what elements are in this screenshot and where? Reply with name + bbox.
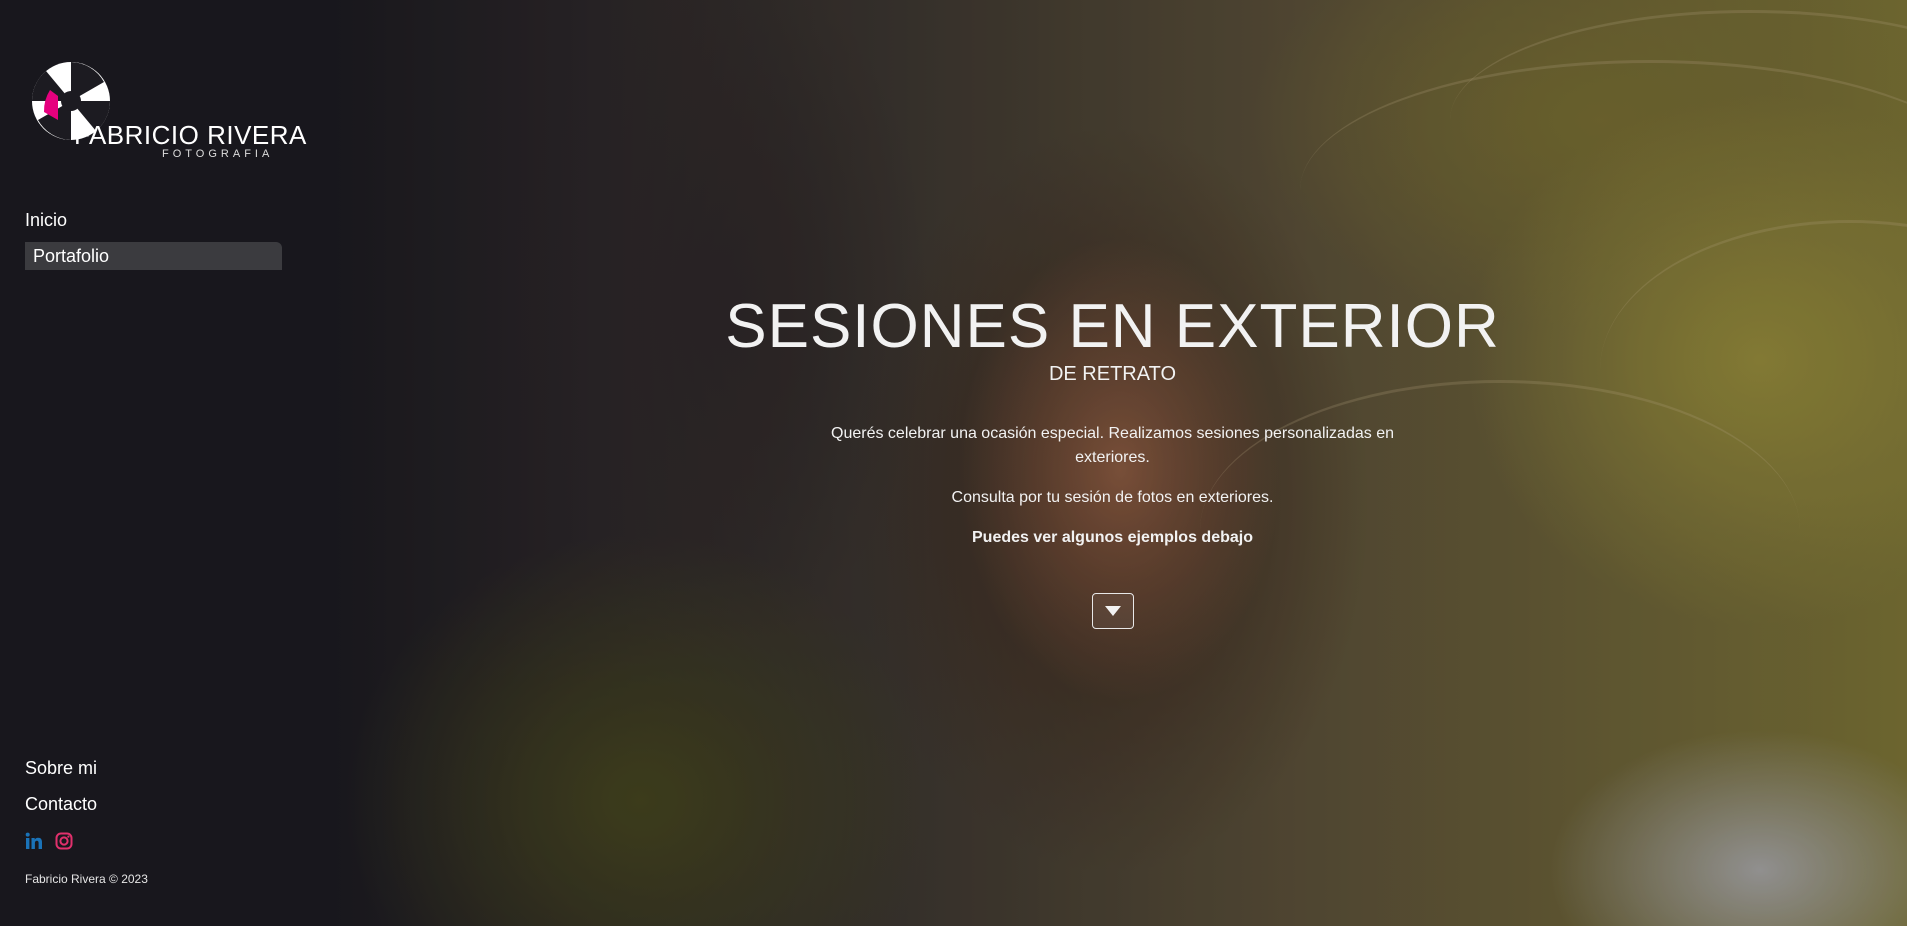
sidebar: FABRICIO RIVERA FOTOGRAFIA Inicio Portaf…	[0, 0, 306, 926]
chevron-down-icon	[1105, 606, 1121, 616]
page-title: SESIONES EN EXTERIOR	[725, 292, 1500, 361]
instagram-icon[interactable]	[55, 832, 73, 850]
hero-paragraph-consult: Consulta por tu sesión de fotos en exter…	[951, 489, 1274, 506]
hero-paragraph-examples: Puedes ver algunos ejemplos debajo	[972, 529, 1253, 546]
brand-tagline: FOTOGRAFIA	[162, 148, 274, 160]
nav-item-sobre-mi[interactable]: Sobre mi	[25, 754, 97, 782]
brand-name: FABRICIO RIVERA	[74, 120, 307, 150]
scroll-down-button[interactable]	[1092, 593, 1134, 629]
brand-logo[interactable]: FABRICIO RIVERA FOTOGRAFIA	[30, 60, 306, 160]
page-subtitle: DE RETRATO	[1048, 363, 1177, 385]
social-links	[25, 832, 73, 850]
linkedin-icon[interactable]	[25, 832, 43, 850]
nav-item-inicio[interactable]: Inicio	[25, 206, 282, 234]
nav-item-portafolio[interactable]: Portafolio	[25, 242, 282, 270]
hero-paragraph-intro: Querés celebrar una ocasión especial. Re…	[831, 425, 1394, 466]
hero-section: SESIONES EN EXTERIOR DE RETRATO Querés c…	[700, 290, 1525, 629]
nav-item-contacto[interactable]: Contacto	[25, 790, 97, 818]
main-nav: Inicio Portafolio	[25, 206, 282, 278]
copyright-text: Fabricio Rivera © 2023	[25, 872, 148, 886]
secondary-nav: Sobre mi Contacto	[25, 754, 97, 826]
